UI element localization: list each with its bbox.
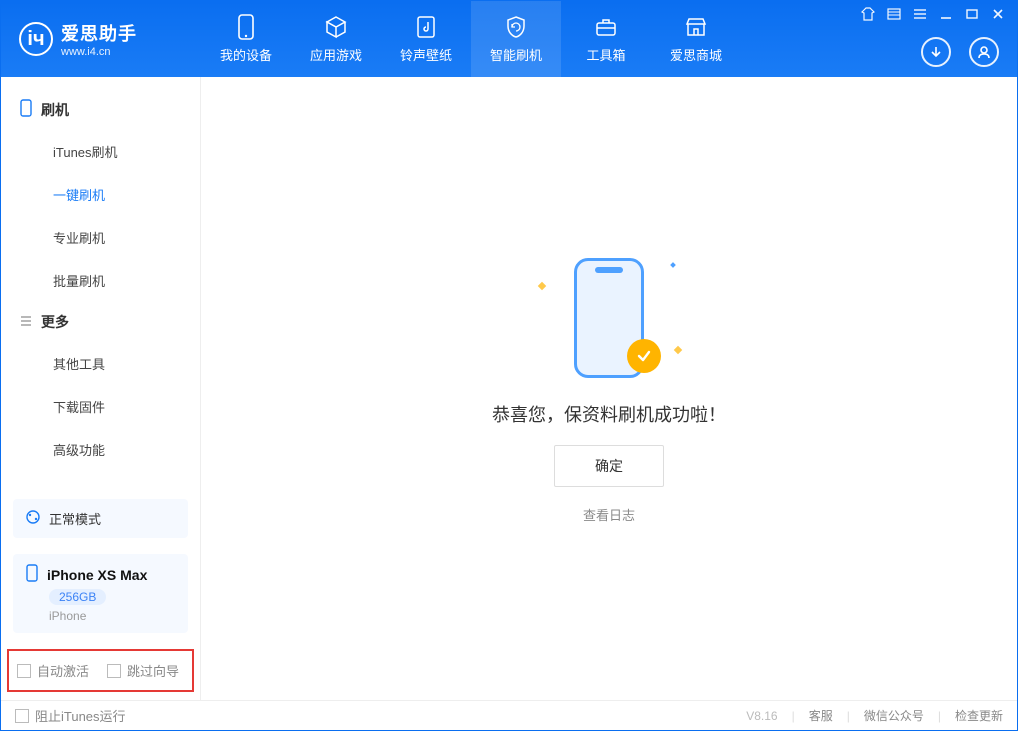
sparkle-icon	[674, 346, 682, 354]
app-window: iч 爱思助手 www.i4.cn 我的设备 应用游戏 铃声壁纸 智能刷机	[0, 0, 1018, 731]
group-title: 更多	[41, 312, 69, 332]
tab-label: 铃声壁纸	[400, 45, 452, 64]
user-button[interactable]	[969, 37, 999, 67]
store-icon	[683, 14, 709, 40]
tab-my-device[interactable]: 我的设备	[201, 1, 291, 77]
sparkle-icon	[670, 262, 676, 268]
device-icon	[25, 564, 39, 585]
highlighted-checkbox-row: 自动激活 跳过向导	[7, 649, 194, 692]
separator: |	[792, 709, 795, 723]
tab-smart-flash[interactable]: 智能刷机	[471, 1, 561, 77]
device-type: iPhone	[49, 609, 86, 623]
sidebar-item-download-firmware[interactable]: 下载固件	[1, 385, 200, 428]
success-message: 恭喜您，保资料刷机成功啦！	[492, 401, 726, 427]
sidebar-group-flash: 刷机	[1, 89, 200, 130]
mode-panel[interactable]: 正常模式	[13, 499, 188, 538]
phone-icon	[233, 14, 259, 40]
check-badge-icon	[627, 339, 661, 373]
device-panel[interactable]: iPhone XS Max 256GB iPhone	[13, 554, 188, 633]
header-actions	[921, 37, 999, 67]
device-capacity: 256GB	[49, 589, 106, 605]
maximize-icon[interactable]	[965, 7, 981, 19]
footer-link-wechat[interactable]: 微信公众号	[864, 707, 924, 724]
footer-link-check-update[interactable]: 检查更新	[955, 707, 1003, 724]
minimize-icon[interactable]	[939, 7, 955, 19]
tab-label: 应用游戏	[310, 45, 362, 64]
device-name: iPhone XS Max	[47, 567, 147, 583]
main-content: 恭喜您，保资料刷机成功啦！ 确定 查看日志	[201, 77, 1017, 700]
footer-bar: 阻止iTunes运行 V8.16 | 客服 | 微信公众号 | 检查更新	[1, 700, 1017, 730]
body: 刷机 iTunes刷机 一键刷机 专业刷机 批量刷机 更多 其他工具 下载固件 …	[1, 77, 1017, 700]
footer-link-support[interactable]: 客服	[809, 707, 833, 724]
list-icon[interactable]	[887, 7, 903, 19]
device-small-icon	[19, 99, 33, 120]
tab-toolbox[interactable]: 工具箱	[561, 1, 651, 77]
checkbox-label: 自动激活	[37, 661, 89, 680]
version-label: V8.16	[746, 709, 777, 723]
app-subtitle: www.i4.cn	[61, 46, 137, 58]
sidebar-group-more: 更多	[1, 302, 200, 342]
sidebar-item-oneclick-flash[interactable]: 一键刷机	[1, 173, 200, 216]
tab-label: 工具箱	[586, 45, 625, 64]
sidebar: 刷机 iTunes刷机 一键刷机 专业刷机 批量刷机 更多 其他工具 下载固件 …	[1, 77, 201, 700]
sidebar-item-other-tools[interactable]: 其他工具	[1, 342, 200, 385]
tab-label: 我的设备	[220, 45, 272, 64]
sparkle-icon	[538, 282, 546, 290]
header-bar: iч 爱思助手 www.i4.cn 我的设备 应用游戏 铃声壁纸 智能刷机	[1, 1, 1017, 77]
logo-icon: iч	[19, 22, 53, 56]
sidebar-spacer	[1, 471, 200, 491]
mode-label: 正常模式	[49, 509, 101, 528]
refresh-icon	[25, 509, 41, 528]
group-title: 刷机	[41, 100, 69, 120]
window-controls	[861, 7, 1007, 19]
ok-button[interactable]: 确定	[554, 445, 664, 487]
separator: |	[938, 709, 941, 723]
sidebar-item-batch-flash[interactable]: 批量刷机	[1, 259, 200, 302]
checkbox-auto-activate[interactable]: 自动激活	[17, 661, 89, 680]
checkbox-box-icon	[107, 664, 121, 678]
separator: |	[847, 709, 850, 723]
shirt-icon[interactable]	[861, 7, 877, 19]
music-icon	[413, 14, 439, 40]
checkbox-label: 跳过向导	[127, 661, 179, 680]
list-small-icon	[19, 314, 33, 331]
menu-icon[interactable]	[913, 7, 929, 19]
close-icon[interactable]	[991, 7, 1007, 19]
download-button[interactable]	[921, 37, 951, 67]
checkbox-label: 阻止iTunes运行	[35, 706, 126, 725]
nav-tabs: 我的设备 应用游戏 铃声壁纸 智能刷机 工具箱 爱思商城	[201, 1, 741, 77]
tab-label: 爱思商城	[670, 45, 722, 64]
sidebar-item-pro-flash[interactable]: 专业刷机	[1, 216, 200, 259]
tab-store[interactable]: 爱思商城	[651, 1, 741, 77]
sidebar-item-advanced[interactable]: 高级功能	[1, 428, 200, 471]
checkbox-block-itunes[interactable]: 阻止iTunes运行	[15, 706, 126, 725]
success-illustration	[529, 253, 689, 383]
tab-ringtones-wallpapers[interactable]: 铃声壁纸	[381, 1, 471, 77]
checkbox-box-icon	[15, 709, 29, 723]
view-log-link[interactable]: 查看日志	[583, 505, 635, 524]
logo-block: iч 爱思助手 www.i4.cn	[1, 1, 201, 77]
tab-label: 智能刷机	[490, 45, 542, 64]
cube-icon	[323, 14, 349, 40]
tab-apps-games[interactable]: 应用游戏	[291, 1, 381, 77]
toolbox-icon	[593, 14, 619, 40]
shield-refresh-icon	[503, 14, 529, 40]
checkbox-box-icon	[17, 664, 31, 678]
sidebar-item-itunes-flash[interactable]: iTunes刷机	[1, 130, 200, 173]
checkbox-skip-guide[interactable]: 跳过向导	[107, 661, 179, 680]
app-title: 爱思助手	[61, 20, 137, 46]
logo-text: 爱思助手 www.i4.cn	[61, 20, 137, 58]
